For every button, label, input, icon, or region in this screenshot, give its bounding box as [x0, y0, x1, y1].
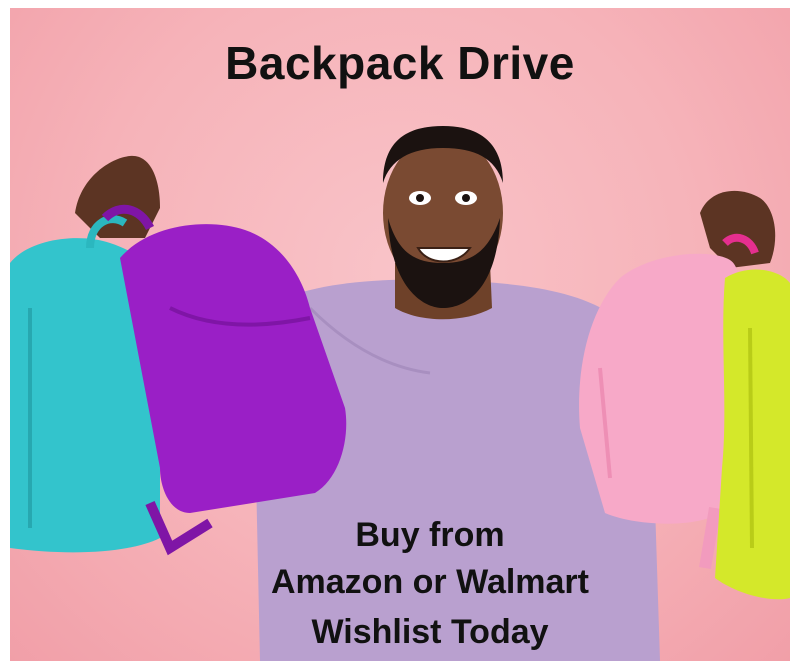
cta-line-2: Amazon or Walmart	[270, 563, 589, 601]
cta-line-3: Wishlist Today	[311, 613, 549, 651]
cta-line-1: Buy from	[355, 516, 505, 554]
poster-title: Backpack Drive	[225, 37, 575, 89]
poster-frame: Backpack Drive Buy from Amazon or Walmar…	[10, 8, 790, 661]
